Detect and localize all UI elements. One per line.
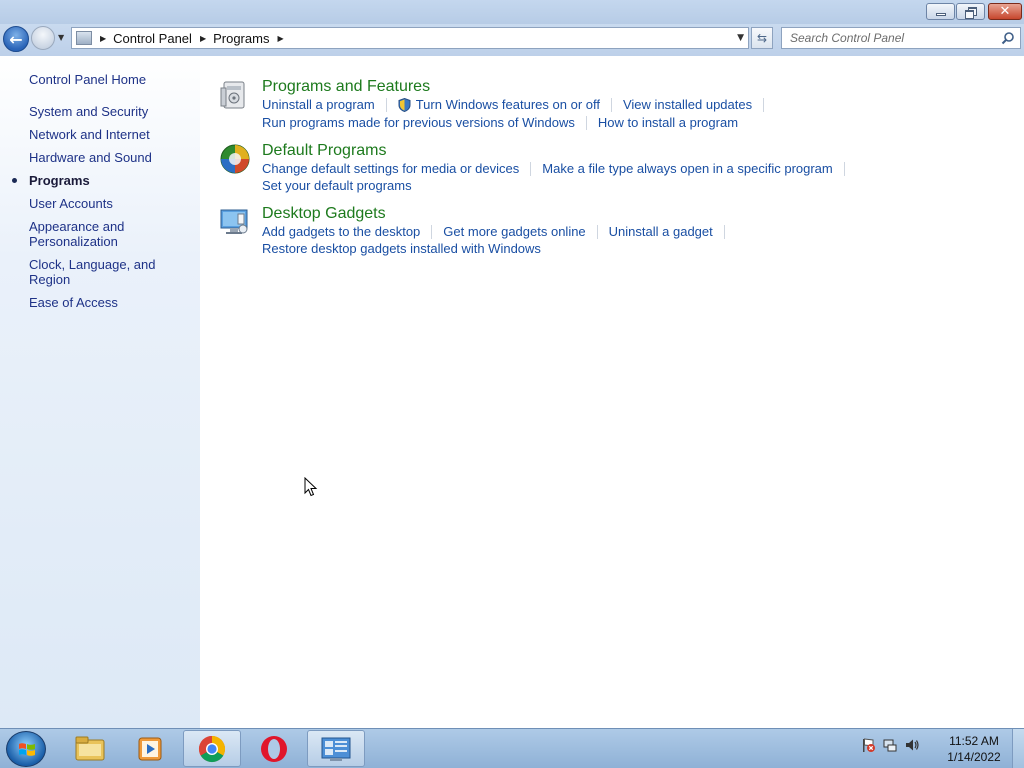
action-center-flag-icon[interactable]: [860, 737, 876, 753]
system-clock[interactable]: 11:52 AM 1/14/2022: [944, 733, 1004, 765]
get-more-gadgets-link[interactable]: Get more gadgets online: [443, 224, 585, 239]
sidebar-item-user-accounts[interactable]: User Accounts: [29, 196, 199, 211]
clock-time: 11:52 AM: [949, 734, 999, 748]
taskbar-file-explorer-button[interactable]: [61, 730, 119, 767]
desktop-gadgets-links-row2: Restore desktop gadgets installed with W…: [262, 241, 541, 256]
navigation-bar: ← ▼ ▶ Control Panel ▶ Programs ▶ ▼ ⇆: [0, 24, 1024, 56]
taskbar-opera-button[interactable]: [245, 730, 303, 767]
link-separator: [723, 224, 725, 239]
desktop-gadgets-icon[interactable]: [218, 205, 252, 239]
search-icon[interactable]: [1001, 31, 1015, 45]
file-type-always-open-link[interactable]: Make a file type always open in a specif…: [542, 161, 832, 176]
volume-icon[interactable]: [904, 737, 920, 753]
link-separator: [431, 224, 433, 239]
sidebar-item-network-and-internet[interactable]: Network and Internet: [29, 127, 199, 142]
default-programs-title[interactable]: Default Programs: [262, 142, 387, 160]
notification-area: [860, 737, 920, 753]
control-panel-icon: [76, 31, 92, 45]
refresh-button[interactable]: ⇆: [751, 27, 773, 49]
sidebar-item-programs: Programs: [12, 173, 199, 188]
link-separator: [530, 161, 532, 176]
taskbar: 11:52 AM 1/14/2022: [0, 728, 1024, 768]
restore-button[interactable]: [956, 3, 985, 20]
minimize-button[interactable]: [926, 3, 955, 20]
breadcrumb-chevron-icon[interactable]: ▶: [100, 34, 106, 43]
how-to-install-program-link[interactable]: How to install a program: [598, 115, 738, 130]
uninstall-a-program-link[interactable]: Uninstall a program: [262, 97, 375, 112]
title-bar: ✕: [0, 0, 1024, 24]
taskbar-media-player-button[interactable]: [121, 730, 179, 767]
category-nav-list: System and Security Network and Internet…: [12, 104, 199, 318]
opera-icon: [261, 735, 287, 762]
address-history-dropdown[interactable]: ▼: [737, 33, 744, 43]
start-button[interactable]: [6, 731, 46, 767]
link-separator: [610, 97, 612, 112]
link-separator: [596, 224, 598, 239]
search-box[interactable]: [781, 27, 1021, 49]
link-separator: [843, 161, 845, 176]
uninstall-gadget-link[interactable]: Uninstall a gadget: [609, 224, 713, 239]
breadcrumb-chevron-icon[interactable]: ▶: [277, 34, 283, 43]
desktop-gadgets-links-row1: Add gadgets to the desktop Get more gadg…: [262, 224, 736, 239]
windows-logo-icon: [19, 743, 35, 756]
taskbar-chrome-button[interactable]: [183, 730, 241, 767]
back-arrow-icon: ←: [9, 29, 23, 49]
link-separator: [585, 115, 587, 130]
sidebar-item-appearance-and-personalization[interactable]: Appearance and Personalization: [29, 219, 199, 249]
programs-and-features-title[interactable]: Programs and Features: [262, 78, 430, 96]
main-content: Programs and Features Uninstall a progra…: [200, 56, 1024, 728]
minimize-icon: [935, 13, 946, 16]
close-icon: ✕: [999, 4, 1011, 19]
show-desktop-button[interactable]: [1012, 729, 1024, 768]
link-separator: [763, 97, 765, 112]
media-player-icon: [138, 737, 162, 760]
left-navigation-pane: Control Panel Home System and Security N…: [0, 56, 200, 728]
view-installed-updates-link[interactable]: View installed updates: [623, 97, 752, 112]
breadcrumb-chevron-icon[interactable]: ▶: [200, 34, 206, 43]
sidebar-item-system-and-security[interactable]: System and Security: [29, 104, 199, 119]
forward-button[interactable]: [31, 26, 55, 50]
control-panel-taskbar-icon: [321, 737, 351, 761]
clock-date: 1/14/2022: [947, 750, 1001, 764]
breadcrumb-control-panel[interactable]: Control Panel: [113, 31, 192, 46]
programs-and-features-icon[interactable]: [218, 78, 252, 112]
default-programs-icon[interactable]: [218, 142, 252, 176]
turn-windows-features-link[interactable]: Turn Windows features on or off: [416, 97, 600, 112]
sidebar-item-ease-of-access[interactable]: Ease of Access: [29, 295, 199, 310]
sidebar-item-clock-language-region[interactable]: Clock, Language, and Region: [29, 257, 199, 287]
restore-desktop-gadgets-link[interactable]: Restore desktop gadgets installed with W…: [262, 241, 541, 256]
sidebar-item-hardware-and-sound[interactable]: Hardware and Sound: [29, 150, 199, 165]
desktop-gadgets-title[interactable]: Desktop Gadgets: [262, 205, 386, 223]
address-bar[interactable]: ▶ Control Panel ▶ Programs ▶ ▼: [71, 27, 749, 49]
change-default-settings-media-link[interactable]: Change default settings for media or dev…: [262, 161, 519, 176]
search-input[interactable]: [790, 31, 1000, 45]
add-gadgets-link[interactable]: Add gadgets to the desktop: [262, 224, 420, 239]
control-panel-home-link[interactable]: Control Panel Home: [29, 72, 146, 87]
mouse-cursor-icon: [304, 477, 318, 497]
programs-and-features-links-row1: Uninstall a program Turn Windows feature…: [262, 97, 775, 112]
default-programs-links-row1: Change default settings for media or dev…: [262, 161, 856, 176]
close-button[interactable]: ✕: [988, 3, 1022, 20]
back-button[interactable]: ←: [3, 26, 29, 52]
folder-icon: [75, 736, 105, 760]
chrome-icon: [198, 735, 226, 762]
refresh-icon: ⇆: [756, 31, 768, 45]
programs-and-features-links-row2: Run programs made for previous versions …: [262, 115, 738, 130]
default-programs-links-row2: Set your default programs: [262, 178, 412, 193]
breadcrumb-programs[interactable]: Programs: [213, 31, 269, 46]
run-programs-previous-versions-link[interactable]: Run programs made for previous versions …: [262, 115, 575, 130]
set-default-programs-link[interactable]: Set your default programs: [262, 178, 412, 193]
restore-icon: [965, 7, 977, 19]
recent-pages-dropdown[interactable]: ▼: [58, 33, 64, 42]
network-icon[interactable]: [882, 737, 898, 753]
uac-shield-icon: [398, 97, 411, 112]
taskbar-control-panel-button[interactable]: [307, 730, 365, 767]
link-separator: [385, 97, 387, 112]
